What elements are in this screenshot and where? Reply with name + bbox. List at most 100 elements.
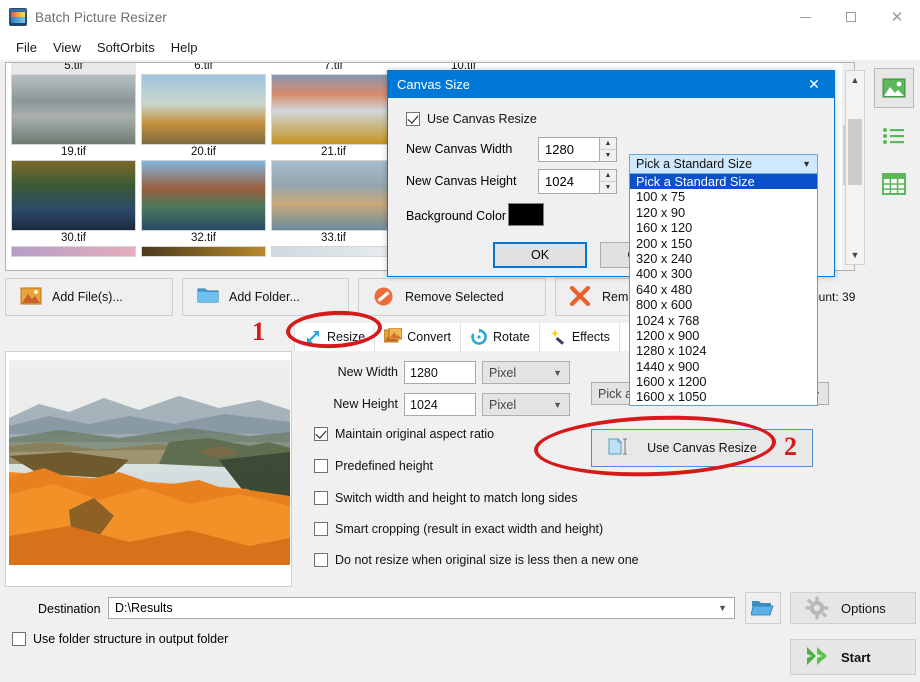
predefined-height-label: Predefined height <box>335 459 433 473</box>
minimize-button[interactable] <box>782 0 828 34</box>
dropdown-option[interactable]: 1280 x 1024 <box>630 343 817 358</box>
smart-cropping-checkbox[interactable]: Smart cropping (result in exact width an… <box>314 522 603 536</box>
close-button[interactable]: ✕ <box>874 0 920 34</box>
spinner-down-icon[interactable]: ▼ <box>600 182 616 193</box>
thumbnail-item[interactable]: 19.tif <box>11 145 136 231</box>
scroll-down-icon[interactable]: ▼ <box>846 246 864 264</box>
list-view-button[interactable] <box>874 116 914 156</box>
menu-bar: File View SoftOrbits Help <box>0 34 920 60</box>
dropdown-option[interactable]: 160 x 120 <box>630 220 817 235</box>
standard-size-dropdown[interactable]: Pick a Standard Size ▼ Pick a Standard S… <box>629 154 818 406</box>
use-folder-structure-label: Use folder structure in output folder <box>33 632 229 646</box>
dropdown-header[interactable]: Pick a Standard Size ▼ <box>629 154 818 174</box>
destination-combo[interactable]: D:\Results ▼ <box>108 597 735 619</box>
scrollbar-thumb[interactable] <box>848 119 862 185</box>
dropdown-option[interactable]: 400 x 300 <box>630 266 817 281</box>
thumbnail-item[interactable]: 21.tif <box>271 145 396 231</box>
tab-convert-label: Convert <box>407 330 451 344</box>
do-not-resize-label: Do not resize when original size is less… <box>335 553 639 567</box>
thumbnail-image[interactable] <box>271 160 396 231</box>
start-button[interactable]: Start <box>790 639 916 675</box>
add-folder-button[interactable]: Add Folder... <box>182 278 349 316</box>
remove-selected-button[interactable]: Remove Selected <box>358 278 546 316</box>
thumbnail-item[interactable]: 5.tif <box>11 63 136 145</box>
canvas-height-spinner[interactable]: ▲ ▼ <box>600 169 617 194</box>
new-width-input[interactable]: 1280 <box>404 361 476 384</box>
dialog-use-canvas-resize-checkbox[interactable]: Use Canvas Resize <box>406 112 537 126</box>
dialog-scrollbar[interactable]: ▲ ▼ <box>845 70 865 265</box>
new-height-label: New Height <box>333 397 398 411</box>
thumbnail-image[interactable] <box>141 160 266 231</box>
spinner-up-icon[interactable]: ▲ <box>600 170 616 182</box>
tab-rotate[interactable]: Rotate <box>461 323 540 351</box>
use-canvas-resize-button[interactable]: Use Canvas Resize <box>591 429 813 467</box>
predefined-height-checkbox[interactable]: Predefined height <box>314 459 433 473</box>
dropdown-option[interactable]: 1024 x 768 <box>630 313 817 328</box>
spinner-up-icon[interactable]: ▲ <box>600 138 616 150</box>
dialog-ok-button[interactable]: OK <box>493 242 587 268</box>
thumbnail-image[interactable] <box>11 246 136 257</box>
dropdown-option[interactable]: 1600 x 1200 <box>630 374 817 389</box>
dropdown-option[interactable]: 1600 x 1050 <box>630 389 817 404</box>
dropdown-option[interactable]: 1440 x 900 <box>630 359 817 374</box>
thumbnail-item[interactable]: 33.tif <box>271 231 396 257</box>
menu-item-view[interactable]: View <box>45 37 89 58</box>
options-button[interactable]: Options <box>790 592 916 624</box>
thumbnail-caption: 19.tif <box>61 146 86 158</box>
thumbnail-view-button[interactable] <box>874 68 914 108</box>
dropdown-option[interactable]: 120 x 90 <box>630 205 817 220</box>
add-files-button[interactable]: Add File(s)... <box>5 278 173 316</box>
dialog-ok-label: OK <box>530 248 550 262</box>
menu-item-softorbits[interactable]: SoftOrbits <box>89 37 163 58</box>
background-color-swatch[interactable] <box>508 203 544 226</box>
thumbnail-item[interactable]: 32.tif <box>141 231 266 257</box>
thumbnail-item[interactable]: 30.tif <box>11 231 136 257</box>
browse-folder-button[interactable] <box>745 592 781 624</box>
thumbnail-image[interactable] <box>271 74 396 145</box>
dropdown-option[interactable]: Pick a Standard Size <box>630 174 817 190</box>
thumbnail-image[interactable] <box>11 160 136 231</box>
scroll-up-icon[interactable]: ▲ <box>846 71 864 89</box>
dropdown-option[interactable]: 800 x 600 <box>630 297 817 312</box>
tab-resize[interactable]: Resize <box>295 323 376 351</box>
annotation-marker-1: 1 <box>252 317 265 346</box>
dropdown-header-label: Pick a Standard Size <box>636 157 753 171</box>
details-view-button[interactable] <box>874 164 914 204</box>
thumbnail-image[interactable] <box>271 246 396 257</box>
maintain-aspect-ratio-label: Maintain original aspect ratio <box>335 427 495 441</box>
do-not-resize-checkbox[interactable]: Do not resize when original size is less… <box>314 553 639 567</box>
new-height-input[interactable]: 1024 <box>404 393 476 416</box>
canvas-height-input[interactable]: 1024 <box>538 169 600 194</box>
spinner-down-icon[interactable]: ▼ <box>600 150 616 161</box>
menu-item-help[interactable]: Help <box>163 37 206 58</box>
canvas-height-label: New Canvas Height <box>406 174 517 188</box>
new-height-unit-combo[interactable]: Pixel ▼ <box>482 393 570 416</box>
dropdown-option[interactable]: 200 x 150 <box>630 236 817 251</box>
canvas-width-spinner[interactable]: ▲ ▼ <box>600 137 617 162</box>
thumbnail-caption: 6.tif <box>194 62 213 72</box>
tab-effects[interactable]: Effects <box>540 323 620 351</box>
thumbnail-item[interactable]: 6.tif <box>141 62 266 145</box>
dialog-close-button[interactable]: ✕ <box>794 71 834 98</box>
dropdown-option[interactable]: 100 x 75 <box>630 189 817 204</box>
dialog-title-bar: Canvas Size ✕ <box>388 71 834 98</box>
maximize-button[interactable] <box>828 0 874 34</box>
dropdown-options-list[interactable]: Pick a Standard Size 100 x 75 120 x 90 1… <box>629 174 818 406</box>
thumbnail-caption: 32.tif <box>191 232 216 244</box>
tab-convert[interactable]: Convert <box>375 323 461 351</box>
dropdown-option[interactable]: 640 x 480 <box>630 282 817 297</box>
thumbnail-image[interactable] <box>141 246 266 257</box>
new-width-unit-combo[interactable]: Pixel ▼ <box>482 361 570 384</box>
dropdown-option[interactable]: 1200 x 900 <box>630 328 817 343</box>
dropdown-option[interactable]: 320 x 240 <box>630 251 817 266</box>
switch-width-height-checkbox[interactable]: Switch width and height to match long si… <box>314 491 578 505</box>
thumbnail-item[interactable]: 7.tif <box>271 63 396 145</box>
thumbnail-item[interactable]: 20.tif <box>141 145 266 231</box>
use-folder-structure-checkbox[interactable]: Use folder structure in output folder <box>12 632 228 646</box>
close-icon: ✕ <box>890 8 904 26</box>
menu-item-file[interactable]: File <box>8 37 45 58</box>
canvas-width-input[interactable]: 1280 <box>538 137 600 162</box>
maintain-aspect-ratio-checkbox[interactable]: Maintain original aspect ratio <box>314 427 494 441</box>
thumbnail-image[interactable] <box>11 74 136 145</box>
thumbnail-image[interactable] <box>141 74 266 145</box>
